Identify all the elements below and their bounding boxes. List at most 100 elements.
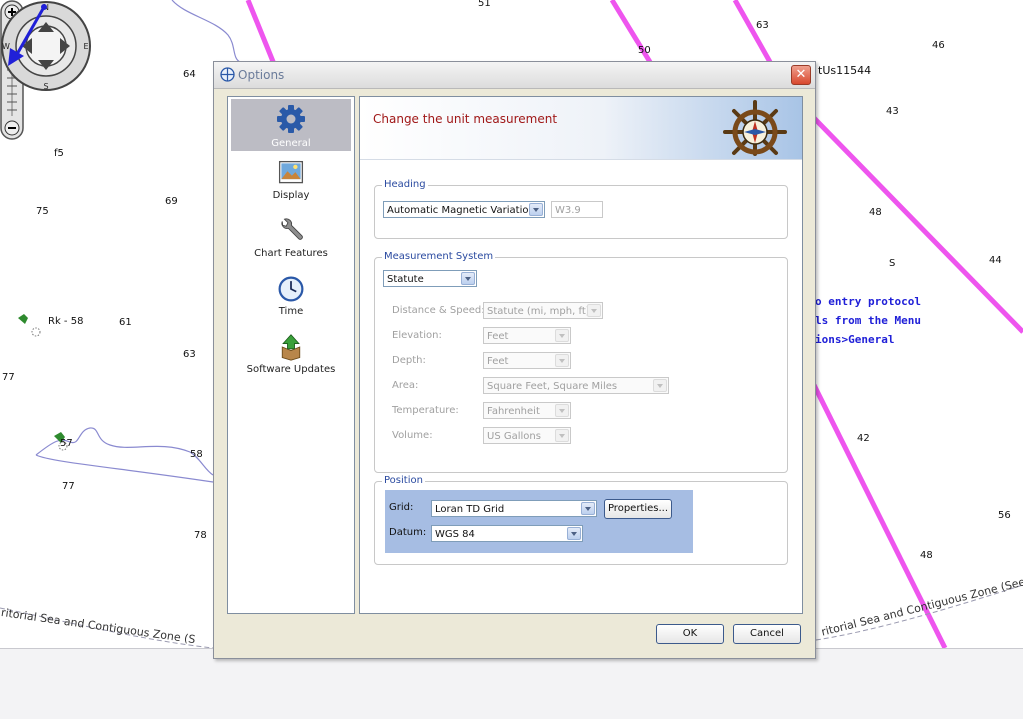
measurement-system-select[interactable]: Statute (383, 270, 477, 287)
elevation-label: Elevation: (392, 330, 442, 341)
distance-speed-label: Distance & Speed: (392, 305, 485, 316)
sounding: 51 (478, 0, 491, 9)
rock-icon (18, 314, 28, 324)
heading-mode-select[interactable]: Automatic Magnetic Variation (383, 201, 545, 218)
chevron-down-icon (581, 502, 595, 515)
nav-label: Time (278, 306, 304, 317)
wrench-icon (281, 218, 303, 240)
dialog-title: Options (238, 68, 285, 82)
depth-label: Depth: (392, 355, 426, 366)
select-value: Loran TD Grid (435, 504, 505, 515)
coastline (171, 0, 241, 63)
group-legend: Heading (382, 179, 428, 190)
sounding: 61 (119, 317, 132, 328)
magnetic-variation-field[interactable]: W3.9 (551, 201, 603, 218)
general-settings-panel: Change the unit measurement Heading Auto… (359, 96, 803, 614)
clock-icon (278, 276, 304, 302)
sounding: 48 (869, 207, 882, 218)
chevron-down-icon (529, 203, 543, 216)
cancel-button[interactable]: Cancel (733, 624, 801, 644)
sounding: 64 (183, 69, 196, 80)
chevron-down-icon (555, 329, 569, 342)
select-value: Feet (487, 356, 509, 367)
select-value: Statute (mi, mph, ft) (487, 306, 590, 317)
svg-text:S: S (43, 82, 48, 91)
temperature-select: Fahrenheit (483, 402, 571, 419)
sounding: 75 (36, 206, 49, 217)
select-value: Square Feet, Square Miles (487, 381, 618, 392)
rock-circle-icon (31, 327, 41, 337)
grid-label: Grid: (389, 502, 414, 513)
elevation-select: Feet (483, 327, 571, 344)
select-value: Fahrenheit (487, 406, 540, 417)
position-group: Position Grid: Loran TD Grid Properties.… (374, 475, 788, 565)
grid-select[interactable]: Loran TD Grid (431, 500, 597, 517)
chevron-down-icon (587, 304, 601, 317)
area-select: Square Feet, Square Miles (483, 377, 669, 394)
picture-icon (278, 160, 304, 184)
sounding: S (889, 258, 896, 269)
track-line (732, 0, 773, 64)
sounding: 43 (886, 106, 899, 117)
sounding: 50 (638, 45, 651, 56)
nav-label: Chart Features (254, 248, 328, 259)
sounding: 77 (62, 481, 75, 492)
ok-button[interactable]: OK (656, 624, 724, 644)
select-value: Statute (387, 274, 424, 285)
area-label: Area: (392, 380, 419, 391)
options-nav: General Display Chart Features Time Soft… (227, 96, 355, 614)
sounding: 78 (194, 530, 207, 541)
options-app-icon (220, 67, 235, 82)
select-value: Automatic Magnetic Variation (387, 205, 535, 216)
sounding: 48 (920, 550, 933, 561)
nav-item-chart-features[interactable]: Chart Features (231, 217, 351, 263)
properties-button[interactable]: Properties... (604, 499, 672, 519)
sounding: 46 (932, 40, 945, 51)
chevron-down-icon (567, 527, 581, 540)
gear-icon (277, 105, 305, 133)
dialog-titlebar[interactable]: Options ✕ (214, 62, 815, 89)
nav-item-software-updates[interactable]: Software Updates (231, 333, 351, 379)
volume-label: Volume: (392, 430, 433, 441)
measurement-system-group: Measurement System Statute Distance & Sp… (374, 251, 788, 473)
chevron-down-icon (555, 354, 569, 367)
close-button[interactable]: ✕ (791, 65, 811, 85)
depth-select: Feet (483, 352, 571, 369)
svg-text:E: E (83, 42, 88, 51)
distance-speed-select: Statute (mi, mph, ft) (483, 302, 603, 319)
chevron-down-icon (461, 272, 475, 285)
update-icon (281, 334, 301, 361)
sounding: 63 (756, 20, 769, 31)
content-header: Change the unit measurement (360, 97, 802, 160)
chart-id-label: tUs11544 (818, 64, 872, 77)
chevron-down-icon (653, 379, 667, 392)
rock-label: Rk - 58 (48, 316, 84, 327)
position-highlight: Grid: Loran TD Grid Properties... Datum:… (385, 490, 693, 553)
nav-item-general[interactable]: General (231, 99, 351, 151)
datum-select[interactable]: WGS 84 (431, 525, 583, 542)
select-value: Feet (487, 331, 509, 342)
sounding: 69 (165, 196, 178, 207)
group-legend: Measurement System (382, 251, 496, 262)
content-title: Change the unit measurement (373, 112, 558, 126)
nav-label: Display (272, 190, 310, 201)
sounding: 58 (190, 449, 203, 460)
chevron-down-icon (555, 404, 569, 417)
options-dialog: Options ✕ General Display Chart Features… (213, 61, 816, 659)
ship-wheel-icon (723, 100, 787, 156)
datum-label: Datum: (389, 527, 427, 538)
sounding: 77 (2, 372, 15, 383)
sounding: 42 (857, 433, 870, 444)
group-legend: Position (382, 475, 425, 486)
sounding: 56 (998, 510, 1011, 521)
annotation-arrow-icon (8, 4, 47, 66)
nav-item-time[interactable]: Time (231, 275, 351, 321)
volume-select: US Gallons (483, 427, 571, 444)
heading-group: Heading Automatic Magnetic Variation W3.… (374, 179, 788, 239)
temperature-label: Temperature: (392, 405, 459, 416)
nav-item-display[interactable]: Display (231, 159, 351, 205)
track-line (245, 0, 277, 65)
sounding: 44 (989, 255, 1002, 266)
select-value: WGS 84 (435, 529, 475, 540)
sounding: f5 (54, 148, 64, 159)
